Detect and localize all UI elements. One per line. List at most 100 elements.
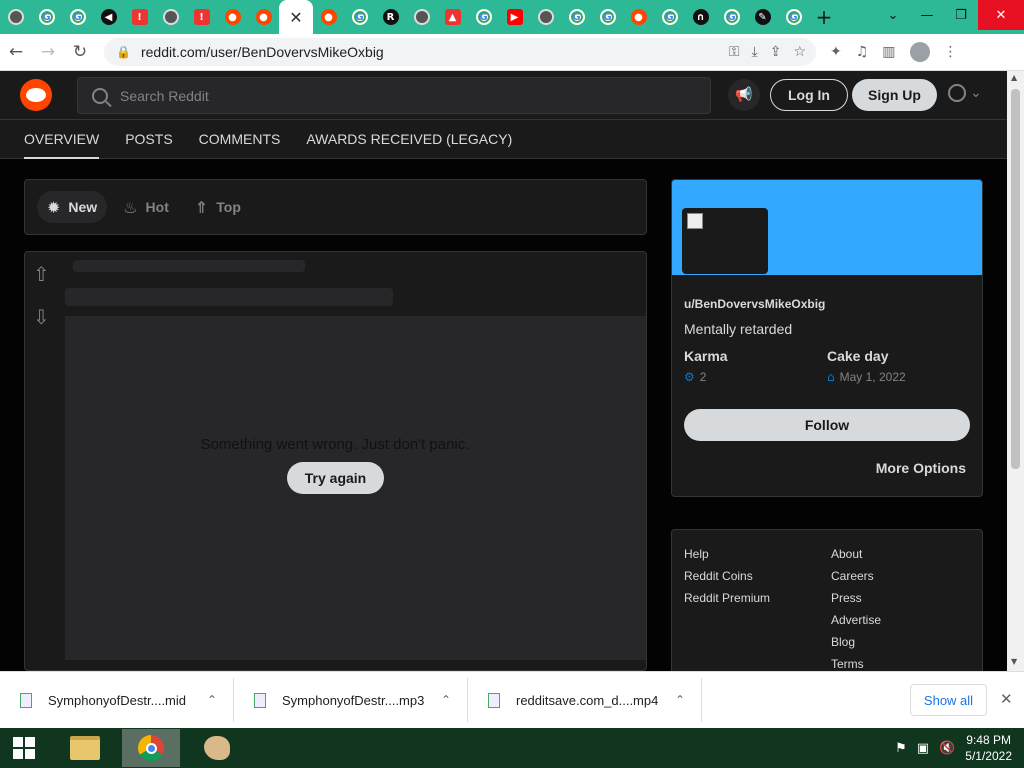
browser-tab[interactable] <box>155 0 186 34</box>
new-tab-icon[interactable]: + <box>809 5 839 29</box>
browser-tab[interactable] <box>0 0 31 34</box>
volume-muted-icon[interactable]: 🔇 <box>939 741 955 756</box>
media-icon[interactable]: ♫ <box>856 44 869 60</box>
karma-number: 2 <box>699 370 707 384</box>
browser-tab[interactable]: ∩ <box>685 0 716 34</box>
network-icon[interactable]: ▣ <box>917 741 929 756</box>
browser-tab[interactable]: ● <box>313 0 344 34</box>
tab-awards[interactable]: AWARDS RECEIVED (LEGACY) <box>306 120 512 159</box>
user-dropdown[interactable]: ⌄ <box>948 84 982 102</box>
browser-tab[interactable]: G <box>654 0 685 34</box>
file-explorer-taskbar-icon[interactable] <box>56 729 114 767</box>
download-item[interactable]: SymphonyofDestr....mid ⌃ <box>0 678 234 722</box>
footer-link-reddit-premium[interactable]: Reddit Premium <box>684 588 770 610</box>
browser-tab[interactable]: ! <box>124 0 155 34</box>
share-icon[interactable]: ⇪ <box>770 44 782 60</box>
extensions-icon[interactable]: ✦ <box>830 44 842 60</box>
footer-link-help[interactable]: Help <box>684 544 770 566</box>
tab-posts[interactable]: POSTS <box>125 120 172 159</box>
downvote-icon[interactable]: ⇩ <box>33 305 50 348</box>
sort-top-button[interactable]: ⇑ Top <box>185 191 251 223</box>
forward-icon[interactable]: → <box>32 42 64 62</box>
start-button[interactable] <box>0 728 48 768</box>
advertise-megaphone-icon[interactable]: 📢 <box>728 79 760 111</box>
login-button[interactable]: Log In <box>770 79 848 111</box>
chevron-up-icon[interactable]: ⌃ <box>675 693 685 707</box>
follow-button[interactable]: Follow <box>684 409 970 441</box>
footer-link-press[interactable]: Press <box>831 588 881 610</box>
back-icon[interactable]: ← <box>0 42 32 62</box>
browser-tab[interactable]: R <box>375 0 406 34</box>
restore-icon[interactable]: ❐ <box>944 0 978 30</box>
browser-tab[interactable]: ✎ <box>747 0 778 34</box>
chevron-up-icon[interactable]: ⌃ <box>441 693 451 707</box>
scroll-up-arrow-icon[interactable]: ▲ <box>1011 73 1017 82</box>
more-options-button[interactable]: More Options <box>876 460 966 476</box>
browser-tab[interactable]: G <box>592 0 623 34</box>
close-window-icon[interactable]: ✕ <box>978 0 1024 30</box>
side-panel-icon[interactable]: ▥ <box>882 44 895 60</box>
search-placeholder: Search Reddit <box>120 87 209 104</box>
profile-avatar[interactable] <box>909 42 930 62</box>
username[interactable]: u/BenDovervsMikeOxbig <box>684 297 825 311</box>
cake-day-value: ⌂ May 1, 2022 <box>827 370 906 384</box>
browser-tab[interactable]: G <box>716 0 747 34</box>
scrollbar-thumb[interactable] <box>1011 89 1020 469</box>
install-icon[interactable]: ⤓ <box>752 44 758 60</box>
browser-tab[interactable]: G <box>344 0 375 34</box>
flag-icon[interactable]: ⚑ <box>895 741 907 756</box>
sort-hot-button[interactable]: ♨ Hot <box>113 191 179 223</box>
download-item[interactable]: SymphonyofDestr....mp3 ⌃ <box>234 678 468 722</box>
chevron-up-icon[interactable]: ⌃ <box>207 693 217 707</box>
browser-tab[interactable]: G <box>468 0 499 34</box>
download-item[interactable]: redditsave.com_d....mp4 ⌃ <box>468 678 702 722</box>
sort-new-button[interactable]: ✹ New <box>37 191 108 223</box>
minimize-icon[interactable]: — <box>910 0 944 30</box>
browser-tab[interactable]: ▲ <box>437 0 468 34</box>
chrome-taskbar-icon[interactable] <box>122 729 180 767</box>
browser-tab[interactable]: ▶ <box>499 0 530 34</box>
browser-tab[interactable]: ! <box>186 0 217 34</box>
browser-tab[interactable]: ● <box>248 0 279 34</box>
key-icon[interactable]: ⚿ <box>729 44 740 60</box>
reload-icon[interactable]: ↻ <box>64 42 96 62</box>
browser-tab[interactable] <box>530 0 561 34</box>
clock[interactable]: 9:48 PM 5/1/2022 <box>965 732 1012 764</box>
system-tray: ⚑ ▣ 🔇 9:48 PM 5/1/2022 <box>895 728 1024 768</box>
browser-tab[interactable] <box>406 0 437 34</box>
footer-link-reddit-coins[interactable]: Reddit Coins <box>684 566 770 588</box>
paint-taskbar-icon[interactable] <box>188 729 246 767</box>
signup-button[interactable]: Sign Up <box>852 79 937 111</box>
tab-overview[interactable]: OVERVIEW <box>24 120 100 159</box>
footer-links-card: Help Reddit Coins Reddit Premium About C… <box>671 529 983 679</box>
footer-link-careers[interactable]: Careers <box>831 566 881 588</box>
karma-label: Karma <box>684 348 728 364</box>
browser-tab[interactable]: ● <box>623 0 654 34</box>
browser-tab[interactable]: ● <box>217 0 248 34</box>
search-input[interactable]: Search Reddit <box>77 77 711 114</box>
tab-search-chevron-icon[interactable]: ⌄ <box>876 0 910 30</box>
footer-link-advertise[interactable]: Advertise <box>831 610 881 632</box>
browser-tab[interactable]: G <box>62 0 93 34</box>
footer-link-blog[interactable]: Blog <box>831 632 881 654</box>
close-icon[interactable]: ✕ <box>289 8 302 27</box>
menu-kebab-icon[interactable]: ⋮ <box>944 44 958 60</box>
browser-tab[interactable]: G <box>778 0 809 34</box>
close-downloads-icon[interactable]: ✕ <box>1000 690 1013 708</box>
bookmark-star-icon[interactable]: ☆ <box>793 44 806 60</box>
browser-tab[interactable]: ✕ <box>279 0 313 34</box>
upvote-icon[interactable]: ⇧ <box>33 262 50 305</box>
address-bar[interactable]: 🔒 reddit.com/user/BenDovervsMikeOxbig ⚿ … <box>104 38 816 66</box>
browser-tab[interactable]: ◀ <box>93 0 124 34</box>
footer-link-about[interactable]: About <box>831 544 881 566</box>
browser-tab[interactable]: G <box>561 0 592 34</box>
tab-comments[interactable]: COMMENTS <box>199 120 281 159</box>
page-scrollbar[interactable]: ▲ ▼ <box>1007 71 1024 671</box>
chevron-down-icon: ⌄ <box>970 85 982 101</box>
try-again-button[interactable]: Try again <box>287 462 384 494</box>
reddit-logo[interactable] <box>20 79 52 111</box>
scroll-down-arrow-icon[interactable]: ▼ <box>1011 657 1017 666</box>
browser-tab[interactable]: G <box>31 0 62 34</box>
clock-time: 9:48 PM <box>966 733 1011 747</box>
show-all-downloads-button[interactable]: Show all <box>910 684 987 716</box>
